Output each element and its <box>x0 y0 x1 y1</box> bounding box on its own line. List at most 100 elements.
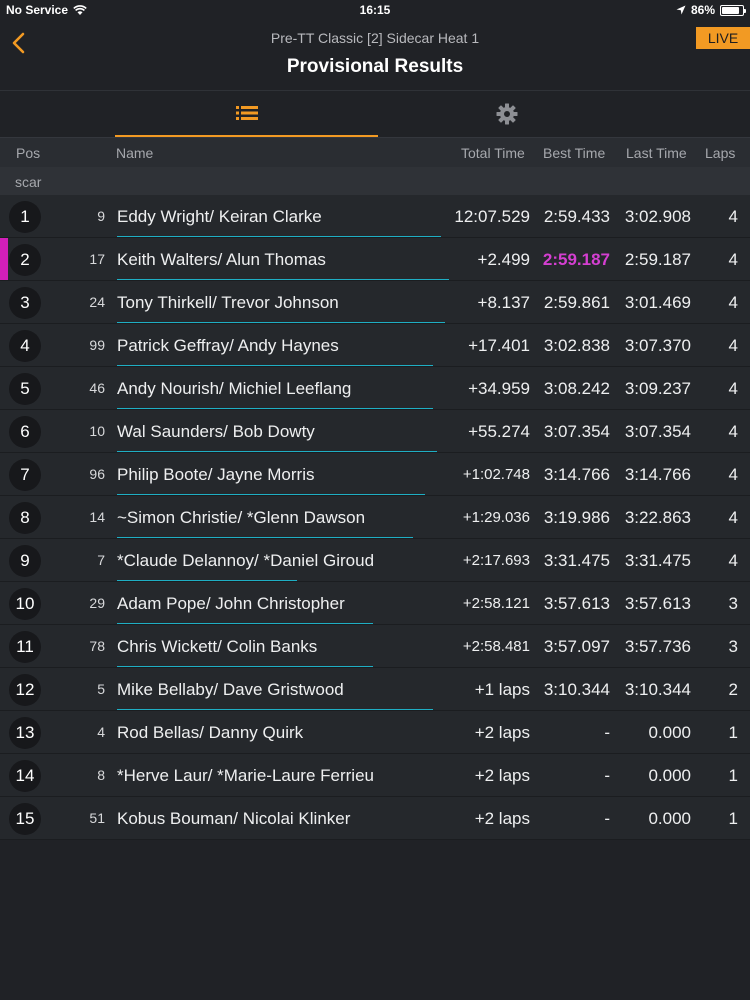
table-row[interactable]: 14 8 *Herve Laur/ *Marie-Laure Ferrieu +2 l… <box>0 754 750 797</box>
rider-names: *Herve Laur/ *Marie-Laure Ferrieu <box>117 766 374 785</box>
table-row[interactable]: 5 46 Andy Nourish/ Michiel Leeflang +34.959… <box>0 367 750 410</box>
lap-progress-line <box>117 580 297 581</box>
battery-icon <box>720 4 746 16</box>
last-time: 3:57.613 <box>624 594 691 613</box>
last-time: 3:22.863 <box>624 508 691 527</box>
total-time: +2:17.693 <box>462 552 530 569</box>
position-badge: 2 <box>9 244 41 276</box>
lap-progress-line <box>117 537 413 538</box>
best-time: 3:02.838 <box>543 336 610 355</box>
last-time: 3:57.736 <box>624 637 691 656</box>
best-time: 2:59.861 <box>543 293 610 312</box>
table-row[interactable]: 11 78 Chris Wickett/ Colin Banks +2:58.481 3… <box>0 625 750 668</box>
laps-count: 2 <box>728 680 738 699</box>
position-badge: 11 <box>9 631 41 663</box>
position-badge: 15 <box>9 803 41 835</box>
table-row[interactable]: 13 4 Rod Bellas/ Danny Quirk +2 laps - 0.000 1 <box>0 711 750 754</box>
position-badge: 6 <box>9 416 41 448</box>
best-time: 2:59.433 <box>543 207 610 226</box>
rider-names: Andy Nourish/ Michiel Leeflang <box>117 379 352 398</box>
last-time: 3:02.908 <box>624 207 691 226</box>
col-last-time[interactable]: Last Time <box>626 145 687 161</box>
best-time: 3:19.986 <box>543 508 610 527</box>
rider-names: Patrick Geffray/ Andy Haynes <box>117 336 339 355</box>
laps-count: 4 <box>728 422 738 441</box>
race-number: 9 <box>97 208 105 224</box>
page-title: Provisional Results <box>286 56 464 77</box>
laps-count: 3 <box>728 594 738 613</box>
race-number: 46 <box>89 380 105 396</box>
table-row[interactable]: 6 10 Wal Saunders/ Bob Dowty +55.274 3:07.35… <box>0 410 750 453</box>
table-row[interactable]: 12 5 Mike Bellaby/ Dave Gristwood +1 laps 3:… <box>0 668 750 711</box>
laps-count: 3 <box>728 637 738 656</box>
position-badge: 14 <box>9 760 41 792</box>
race-number: 10 <box>89 423 105 439</box>
rider-names: Tony Thirkell/ Trevor Johnson <box>117 293 339 312</box>
table-row[interactable]: 10 29 Adam Pope/ John Christopher +2:58.121… <box>0 582 750 625</box>
lap-progress-line <box>117 279 449 280</box>
table-row[interactable]: 8 14 ~Simon Christie/ *Glenn Dawson +1:29.0… <box>0 496 750 539</box>
col-laps[interactable]: Laps <box>705 145 735 161</box>
class-group-label: scar <box>15 174 42 190</box>
col-name[interactable]: Name <box>116 145 153 161</box>
lap-progress-line <box>117 451 437 452</box>
last-time: 2:59.187 <box>624 250 691 269</box>
table-row[interactable]: 15 51 Kobus Bouman/ Nicolai Klinker +2 laps… <box>0 797 750 840</box>
col-best-time[interactable]: Best Time <box>543 145 605 161</box>
laps-count: 4 <box>728 551 738 570</box>
table-row[interactable]: 7 96 Philip Boote/ Jayne Morris +1:02.748 3:… <box>0 453 750 496</box>
laps-count: 4 <box>728 250 738 269</box>
last-time: 3:09.237 <box>624 379 691 398</box>
laps-count: 1 <box>728 723 738 742</box>
lap-progress-line <box>117 494 425 495</box>
position-badge: 5 <box>9 373 41 405</box>
laps-count: 1 <box>728 766 738 785</box>
last-time: 3:31.475 <box>624 551 691 570</box>
total-time: 12:07.529 <box>454 207 530 226</box>
total-time: +1:29.036 <box>462 509 530 526</box>
position-badge: 13 <box>9 717 41 749</box>
class-group-header: scar <box>0 167 750 195</box>
live-button[interactable]: LIVE <box>696 27 750 49</box>
table-row[interactable]: 2 17 Keith Walters/ Alun Thomas +2.499 2:59.… <box>0 238 750 281</box>
col-total-time[interactable]: Total Time <box>461 145 525 161</box>
race-number: 17 <box>89 251 105 267</box>
tab-bar <box>0 90 750 137</box>
last-time: 0.000 <box>648 809 691 828</box>
table-row[interactable]: 1 9 Eddy Wright/ Keiran Clarke 12:07.529 2:5… <box>0 195 750 238</box>
best-time: 3:57.097 <box>543 637 610 656</box>
fastest-lap-marker <box>0 238 8 280</box>
lap-progress-line <box>117 365 433 366</box>
table-row[interactable]: 3 24 Tony Thirkell/ Trevor Johnson +8.137 2:… <box>0 281 750 324</box>
last-time: 3:07.370 <box>624 336 691 355</box>
total-time: +8.137 <box>477 293 530 312</box>
best-time: - <box>604 809 610 828</box>
race-number: 96 <box>89 466 105 482</box>
total-time: +17.401 <box>468 336 530 355</box>
rider-names: Adam Pope/ John Christopher <box>117 594 345 613</box>
list-icon <box>235 106 258 120</box>
best-time: 3:31.475 <box>543 551 610 570</box>
last-time: 0.000 <box>648 766 691 785</box>
status-bar: No Service 16:15 86% <box>0 0 750 20</box>
position-badge: 10 <box>9 588 41 620</box>
rider-names: Kobus Bouman/ Nicolai Klinker <box>117 809 351 828</box>
tab-settings[interactable] <box>375 91 638 137</box>
table-row[interactable]: 9 7 *Claude Delannoy/ *Daniel Giroud +2:17.… <box>0 539 750 582</box>
total-time: +2 laps <box>474 766 530 785</box>
last-time: 0.000 <box>648 723 691 742</box>
laps-count: 1 <box>728 809 738 828</box>
lap-progress-line <box>117 322 445 323</box>
tab-results-list[interactable] <box>115 91 378 137</box>
best-time: 3:10.344 <box>543 680 610 699</box>
total-time: +34.959 <box>468 379 530 398</box>
table-row[interactable]: 4 99 Patrick Geffray/ Andy Haynes +17.401 3:… <box>0 324 750 367</box>
position-badge: 7 <box>9 459 41 491</box>
lap-progress-line <box>117 709 433 710</box>
col-pos[interactable]: Pos <box>16 145 40 161</box>
gear-icon <box>496 103 517 125</box>
laps-count: 4 <box>728 207 738 226</box>
best-time: 3:14.766 <box>543 465 610 484</box>
best-time: 3:07.354 <box>543 422 610 441</box>
rider-names: Eddy Wright/ Keiran Clarke <box>117 207 322 226</box>
